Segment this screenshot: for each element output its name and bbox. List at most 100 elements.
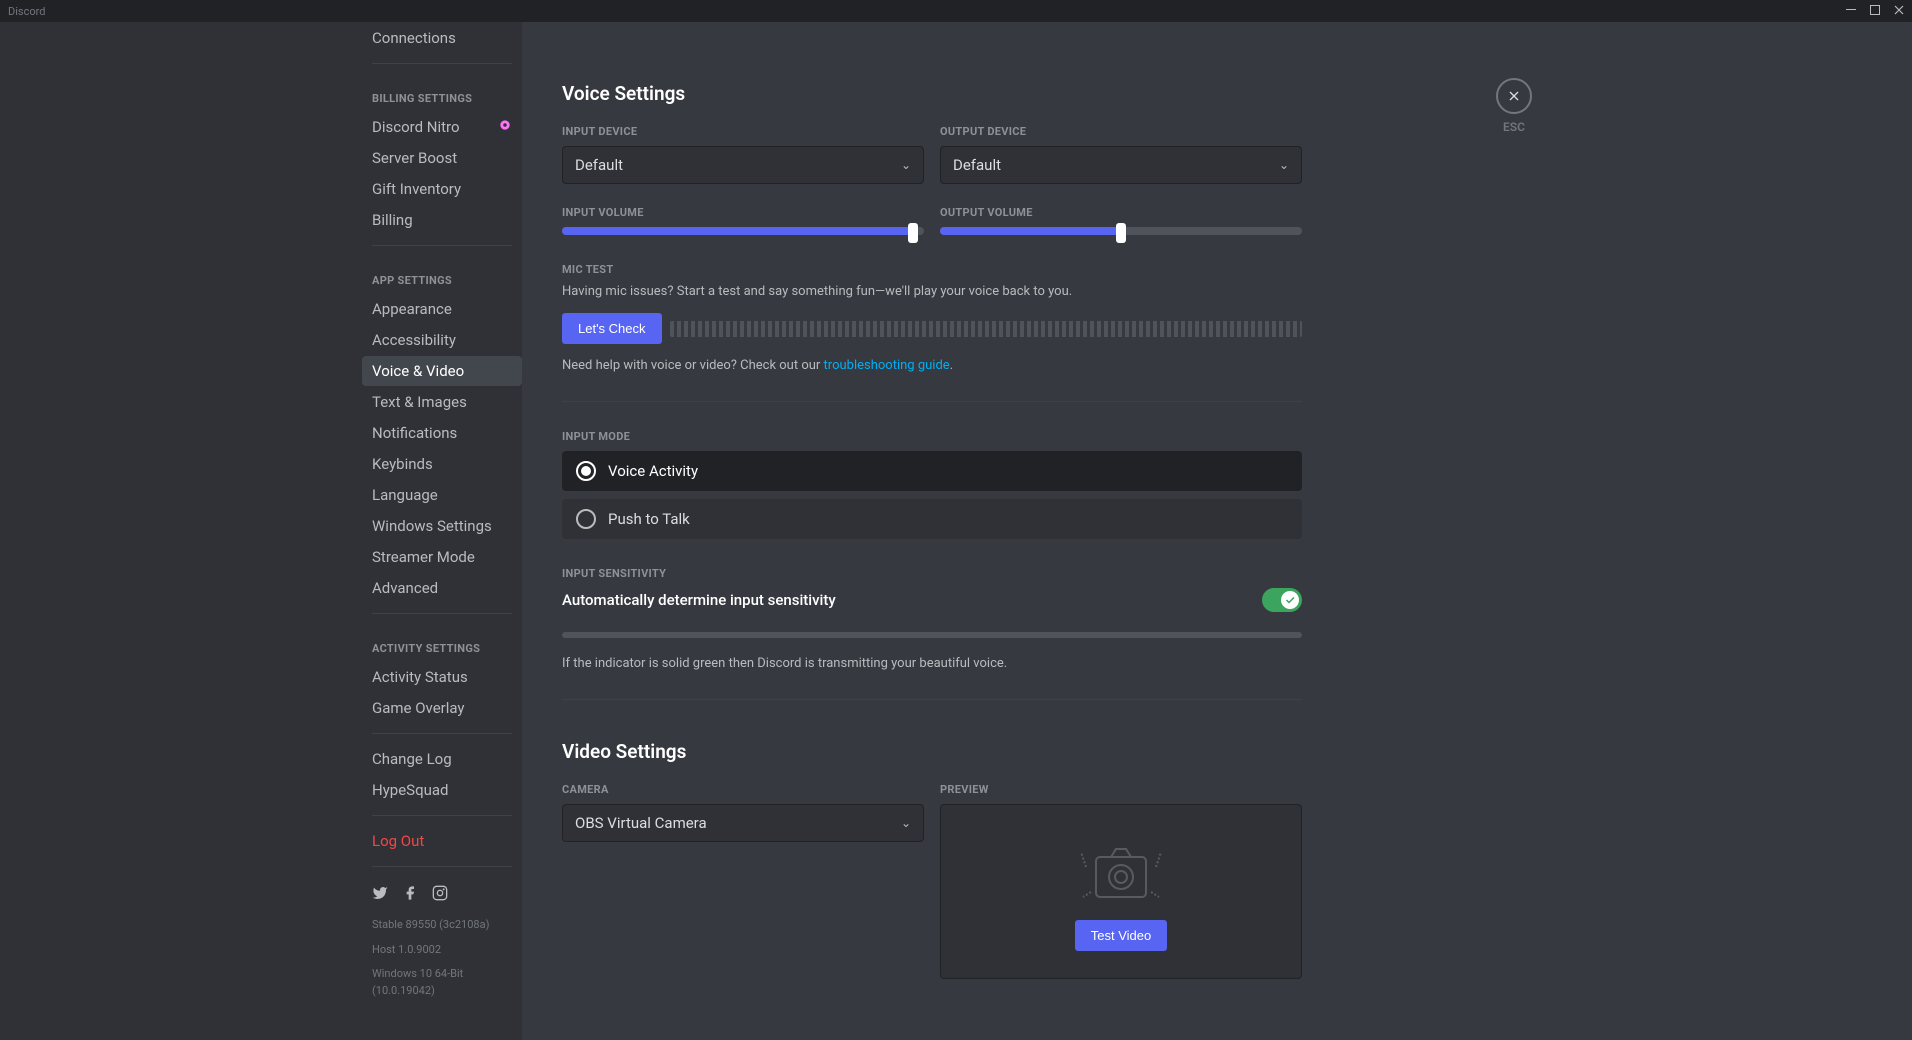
sidebar-item-windows-settings[interactable]: Windows Settings <box>362 511 522 541</box>
chevron-down-icon: ⌄ <box>901 158 911 172</box>
sidebar-header-billing: BILLING SETTINGS <box>362 74 522 111</box>
sidebar-item-label: Accessibility <box>372 331 456 349</box>
input-device-value: Default <box>575 156 623 174</box>
input-device-label: INPUT DEVICE <box>562 125 924 138</box>
close-button[interactable]: ESC <box>1496 78 1532 134</box>
sidebar-item-nitro[interactable]: Discord Nitro <box>362 112 522 142</box>
minimize-icon[interactable] <box>1846 5 1856 18</box>
version-line-1: Stable 89550 (3c2108a) <box>362 913 522 938</box>
sidebar-item-billing[interactable]: Billing <box>362 205 522 235</box>
video-preview-box: Test Video <box>940 804 1302 979</box>
sidebar-item-logout[interactable]: Log Out <box>362 826 522 856</box>
sidebar-item-accessibility[interactable]: Accessibility <box>362 325 522 355</box>
facebook-icon[interactable] <box>402 885 418 905</box>
preview-label: PREVIEW <box>940 783 1302 796</box>
sidebar-item-label: Connections <box>372 29 456 47</box>
mic-test-button[interactable]: Let's Check <box>562 313 662 344</box>
sidebar-item-notifications[interactable]: Notifications <box>362 418 522 448</box>
window-controls <box>1846 5 1904 18</box>
troubleshooting-link[interactable]: troubleshooting guide <box>824 358 950 373</box>
mic-test-label: MIC TEST <box>562 263 1302 276</box>
sensitivity-bar <box>562 632 1302 638</box>
auto-sensitivity-toggle[interactable] <box>1262 588 1302 612</box>
video-settings-heading: Video Settings <box>562 740 1302 763</box>
input-mode-push-to-talk[interactable]: Push to Talk <box>562 499 1302 539</box>
sidebar-item-keybinds[interactable]: Keybinds <box>362 449 522 479</box>
input-volume-label: INPUT VOLUME <box>562 206 924 219</box>
help-text-suffix: . <box>950 358 953 373</box>
sensitivity-note: If the indicator is solid green then Dis… <box>562 656 1302 671</box>
input-device-select[interactable]: Default ⌄ <box>562 146 924 184</box>
social-links <box>362 877 522 913</box>
sidebar-item-language[interactable]: Language <box>362 480 522 510</box>
slider-thumb[interactable] <box>1116 223 1126 243</box>
sidebar-item-label: Change Log <box>372 750 452 768</box>
camera-label: CAMERA <box>562 783 924 796</box>
separator <box>372 866 512 867</box>
separator <box>372 613 512 614</box>
output-volume-label: OUTPUT VOLUME <box>940 206 1302 219</box>
sidebar-item-activity-status[interactable]: Activity Status <box>362 662 522 692</box>
auto-sensitivity-label: Automatically determine input sensitivit… <box>562 591 836 609</box>
sidebar-item-label: Game Overlay <box>372 699 465 717</box>
radio-label: Voice Activity <box>608 462 698 480</box>
sidebar-item-label: Log Out <box>372 832 424 850</box>
camera-placeholder-icon <box>1071 832 1171 906</box>
sidebar-item-voice-video[interactable]: Voice & Video <box>362 356 522 386</box>
chevron-down-icon: ⌄ <box>1279 158 1289 172</box>
sidebar-item-label: Activity Status <box>372 668 468 686</box>
settings-sidebar: Connections BILLING SETTINGS Discord Nit… <box>362 22 522 1040</box>
sidebar-item-changelog[interactable]: Change Log <box>362 744 522 774</box>
nitro-badge-icon <box>498 118 512 136</box>
sidebar-item-label: Appearance <box>372 300 452 318</box>
sidebar-item-hypesquad[interactable]: HypeSquad <box>362 775 522 805</box>
camera-select[interactable]: OBS Virtual Camera ⌄ <box>562 804 924 842</box>
input-volume-slider[interactable] <box>562 227 924 235</box>
app-name: Discord <box>8 5 45 18</box>
titlebar: Discord <box>0 0 1912 22</box>
sidebar-item-label: Advanced <box>372 579 438 597</box>
sidebar-item-label: Discord Nitro <box>372 118 460 136</box>
close-window-icon[interactable] <box>1894 5 1904 18</box>
output-device-select[interactable]: Default ⌄ <box>940 146 1302 184</box>
sidebar-item-label: Text & Images <box>372 393 467 411</box>
slider-thumb[interactable] <box>908 223 918 243</box>
instagram-icon[interactable] <box>432 885 448 905</box>
separator <box>372 815 512 816</box>
separator <box>372 733 512 734</box>
sidebar-item-server-boost[interactable]: Server Boost <box>362 143 522 173</box>
output-device-label: OUTPUT DEVICE <box>940 125 1302 138</box>
camera-value: OBS Virtual Camera <box>575 814 707 832</box>
separator <box>372 63 512 64</box>
toggle-knob <box>1281 591 1299 609</box>
twitter-icon[interactable] <box>372 885 388 905</box>
sidebar-item-text-images[interactable]: Text & Images <box>362 387 522 417</box>
sidebar-item-streamer-mode[interactable]: Streamer Mode <box>362 542 522 572</box>
input-mode-voice-activity[interactable]: Voice Activity <box>562 451 1302 491</box>
test-video-button[interactable]: Test Video <box>1075 920 1167 951</box>
sidebar-item-label: Gift Inventory <box>372 180 461 198</box>
sidebar-item-label: Server Boost <box>372 149 457 167</box>
left-margin <box>0 22 362 1040</box>
radio-icon <box>576 509 596 529</box>
sidebar-item-label: Keybinds <box>372 455 433 473</box>
maximize-icon[interactable] <box>1870 5 1880 18</box>
close-circle <box>1496 78 1532 114</box>
chevron-down-icon: ⌄ <box>901 816 911 830</box>
sidebar-item-appearance[interactable]: Appearance <box>362 294 522 324</box>
output-device-value: Default <box>953 156 1001 174</box>
section-divider <box>562 699 1302 700</box>
section-divider <box>562 401 1302 402</box>
close-esc-label: ESC <box>1503 120 1525 134</box>
input-mode-label: INPUT MODE <box>562 430 1302 443</box>
settings-content: ESC Voice Settings INPUT DEVICE Default … <box>522 22 1912 1040</box>
sidebar-item-advanced[interactable]: Advanced <box>362 573 522 603</box>
sidebar-header-app: APP SETTINGS <box>362 256 522 293</box>
sidebar-item-label: Voice & Video <box>372 362 464 380</box>
sidebar-item-connections[interactable]: Connections <box>362 23 522 53</box>
sidebar-item-game-overlay[interactable]: Game Overlay <box>362 693 522 723</box>
output-volume-slider[interactable] <box>940 227 1302 235</box>
sidebar-item-label: Notifications <box>372 424 457 442</box>
voice-settings-heading: Voice Settings <box>562 82 1302 105</box>
sidebar-item-gift-inventory[interactable]: Gift Inventory <box>362 174 522 204</box>
